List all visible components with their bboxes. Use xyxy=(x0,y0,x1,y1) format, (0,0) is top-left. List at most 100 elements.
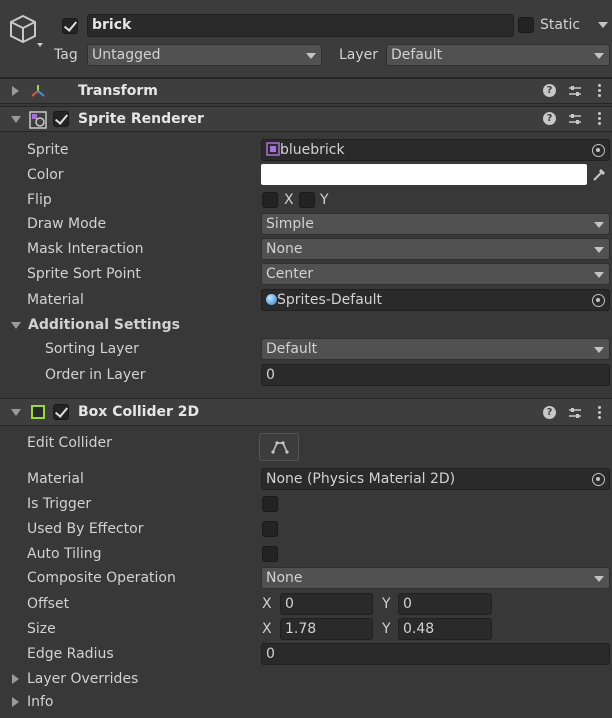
color-label: Color xyxy=(27,167,64,183)
info-label: Info xyxy=(27,694,54,710)
gameobject-header: brick Static Tag Untagged Layer Default xyxy=(0,0,612,78)
chevron-down-icon xyxy=(594,222,604,228)
layer-overrides-label: Layer Overrides xyxy=(27,671,139,687)
offset-y-axis-label: Y xyxy=(382,596,391,612)
fold-down-icon[interactable] xyxy=(11,322,21,329)
fold-down-icon[interactable] xyxy=(11,409,21,416)
chevron-down-icon xyxy=(594,272,604,278)
additional-settings-foldout[interactable]: Additional Settings xyxy=(0,314,300,336)
static-label: Static xyxy=(540,17,581,33)
material-field[interactable]: Sprites-Default xyxy=(261,289,610,311)
box-collider-enabled-checkbox[interactable] xyxy=(53,404,69,420)
layer-dropdown[interactable]: Default xyxy=(386,44,610,66)
presets-icon[interactable] xyxy=(568,112,582,126)
material-value: Sprites-Default xyxy=(277,292,383,308)
flip-x-label: X xyxy=(284,192,294,208)
cube-icon[interactable] xyxy=(9,14,43,50)
edge-radius-label: Edge Radius xyxy=(27,646,114,662)
edit-collider-button[interactable] xyxy=(259,433,299,461)
sprite-field[interactable]: bluebrick xyxy=(261,139,610,161)
mask-interaction-label: Mask Interaction xyxy=(27,241,144,257)
edit-collider-icon xyxy=(271,441,289,454)
edge-radius-field[interactable]: 0 xyxy=(261,643,610,665)
offset-x-field[interactable]: 0 xyxy=(280,593,373,615)
flip-y-checkbox[interactable] xyxy=(299,192,315,208)
offset-y-field[interactable]: 0 xyxy=(398,593,492,615)
object-picker-icon[interactable] xyxy=(592,144,605,157)
edit-collider-label: Edit Collider xyxy=(27,435,112,451)
chevron-down-icon xyxy=(594,576,604,582)
active-checkbox[interactable] xyxy=(62,18,78,34)
physics-material-label: Material xyxy=(27,471,84,487)
offset-x-axis-label: X xyxy=(262,596,272,612)
fold-right-icon[interactable] xyxy=(12,697,19,707)
box-collider-title: Box Collider 2D xyxy=(78,404,200,420)
mask-interaction-dropdown[interactable]: None xyxy=(261,238,610,260)
flip-x-checkbox[interactable] xyxy=(262,192,278,208)
help-icon[interactable]: ? xyxy=(543,406,556,419)
object-picker-icon[interactable] xyxy=(592,473,605,486)
transform-header[interactable]: Transform ? xyxy=(0,78,612,104)
transform-icon xyxy=(31,85,45,97)
object-picker-icon[interactable] xyxy=(592,294,605,307)
sprite-label: Sprite xyxy=(27,142,69,158)
sorting-layer-label: Sorting Layer xyxy=(45,341,139,357)
fold-right-icon[interactable] xyxy=(12,674,19,684)
info-foldout[interactable]: Info xyxy=(0,691,300,713)
fold-right-icon[interactable] xyxy=(12,86,19,96)
material-sphere-icon xyxy=(266,294,277,305)
used-by-effector-checkbox[interactable] xyxy=(262,521,278,537)
static-checkbox[interactable] xyxy=(518,17,534,33)
sprite-sort-point-dropdown[interactable]: Center xyxy=(261,263,610,285)
draw-mode-value: Simple xyxy=(266,216,314,232)
kebab-menu-icon[interactable] xyxy=(598,84,602,98)
box-collider-icon xyxy=(31,405,45,419)
sprite-asset-icon xyxy=(266,142,280,156)
size-x-axis-label: X xyxy=(262,621,272,637)
size-y-field[interactable]: 0.48 xyxy=(398,618,492,640)
order-in-layer-field[interactable]: 0 xyxy=(261,364,610,386)
eyedropper-icon[interactable] xyxy=(592,167,607,182)
tag-label: Tag xyxy=(54,47,78,63)
chevron-down-icon xyxy=(306,53,316,59)
name-field[interactable]: brick xyxy=(87,14,514,37)
size-label: Size xyxy=(27,621,56,637)
offset-label: Offset xyxy=(27,596,70,612)
static-dropdown-icon[interactable] xyxy=(598,22,608,28)
size-x-field[interactable]: 1.78 xyxy=(280,618,373,640)
layer-overrides-foldout[interactable]: Layer Overrides xyxy=(0,668,300,690)
sprite-renderer-icon xyxy=(29,111,47,129)
sprite-value: bluebrick xyxy=(280,142,345,158)
sorting-layer-value: Default xyxy=(266,341,318,357)
presets-icon[interactable] xyxy=(568,84,582,98)
sprite-renderer-header[interactable]: Sprite Renderer ? xyxy=(0,106,612,132)
box-collider-header[interactable]: Box Collider 2D ? xyxy=(0,398,612,426)
tag-dropdown[interactable]: Untagged xyxy=(87,44,322,66)
order-in-layer-label: Order in Layer xyxy=(45,367,146,383)
help-icon[interactable]: ? xyxy=(543,112,556,125)
draw-mode-dropdown[interactable]: Simple xyxy=(261,213,610,235)
chevron-down-icon xyxy=(594,247,604,253)
is-trigger-checkbox[interactable] xyxy=(262,496,278,512)
auto-tiling-checkbox[interactable] xyxy=(262,546,278,562)
flip-y-label: Y xyxy=(320,192,329,208)
auto-tiling-label: Auto Tiling xyxy=(27,546,102,562)
kebab-menu-icon[interactable] xyxy=(598,112,602,126)
layer-value: Default xyxy=(391,47,443,63)
sprite-renderer-enabled-checkbox[interactable] xyxy=(53,111,69,127)
physics-material-field[interactable]: None (Physics Material 2D) xyxy=(261,468,610,490)
transform-title: Transform xyxy=(78,83,158,99)
help-icon[interactable]: ? xyxy=(543,84,556,97)
composite-operation-dropdown[interactable]: None xyxy=(261,567,610,589)
chevron-down-icon xyxy=(594,53,604,59)
tag-value: Untagged xyxy=(92,47,161,63)
presets-icon[interactable] xyxy=(568,406,582,420)
chevron-down-icon xyxy=(594,347,604,353)
kebab-menu-icon[interactable] xyxy=(598,406,602,420)
sprite-sort-point-value: Center xyxy=(266,266,314,282)
fold-down-icon[interactable] xyxy=(11,116,21,123)
size-y-axis-label: Y xyxy=(382,621,391,637)
color-swatch[interactable] xyxy=(261,164,587,185)
layer-label: Layer xyxy=(339,47,379,63)
sorting-layer-dropdown[interactable]: Default xyxy=(261,338,610,360)
